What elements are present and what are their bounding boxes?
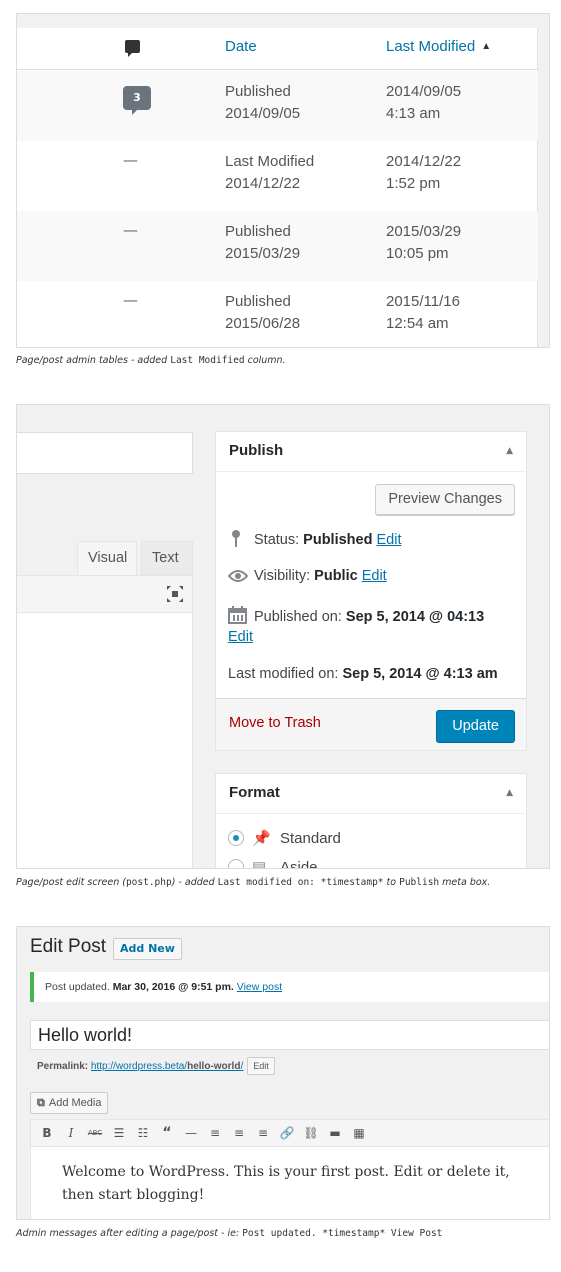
post-edit-screenshot: Visual Text Publish ▲ Preview Changes St…	[16, 404, 550, 869]
edit-status-link[interactable]: Edit	[377, 532, 402, 548]
column-header-label: Last Modified	[386, 38, 476, 55]
eye-icon	[228, 570, 248, 582]
move-to-trash-link[interactable]: Move to Trash	[229, 715, 321, 731]
caption-edit-screen: Page/post edit screen (post.php) - added…	[16, 877, 491, 888]
visibility-row: Visibility: Public Edit	[228, 568, 387, 584]
update-button[interactable]: Update	[436, 710, 515, 743]
publish-actions: Move to Trash Update	[216, 698, 526, 750]
published-on-row: Published on: Sep 5, 2014 @ 04:13	[228, 606, 484, 625]
comment-count-badge[interactable]: 3	[123, 86, 151, 115]
collapse-arrow-icon[interactable]: ▲	[506, 788, 513, 798]
edit-date-link[interactable]: Edit	[228, 629, 253, 645]
permalink-row: Permalink: http://wordpress.beta/hello-w…	[37, 1057, 275, 1075]
format-option-aside[interactable]: ▤ Aside	[228, 858, 318, 869]
post-status-row: Status: Published Edit	[228, 529, 402, 548]
editor-toolbar	[17, 575, 193, 613]
post-updated-notice: Post updated. Mar 30, 2016 @ 9:51 pm. Vi…	[30, 972, 549, 1002]
format-box-title: Format	[229, 784, 280, 801]
no-comments-dash: —	[123, 291, 138, 309]
posts-list-table: Date Last Modified ▲ 3 Published 2014/09/0…	[17, 28, 538, 347]
last-modified-row: Last modified on: Sep 5, 2014 @ 4:13 am	[228, 666, 498, 682]
column-header-date[interactable]: Date	[225, 38, 257, 55]
preview-changes-button[interactable]: Preview Changes	[375, 484, 515, 515]
last-modified-cell: 2014/09/05 4:13 am	[386, 83, 462, 122]
pushpin-icon: 📌	[252, 830, 271, 847]
post-title-input[interactable]	[17, 432, 193, 474]
caption-admin-messages: Admin messages after editing a page/post…	[16, 1228, 443, 1239]
edit-permalink-button[interactable]: Edit	[247, 1057, 275, 1075]
date-cell: Published 2015/03/29	[225, 223, 301, 262]
no-comments-dash: —	[123, 151, 138, 169]
pin-icon	[232, 530, 240, 547]
unlink-icon[interactable]: ⛓	[303, 1124, 319, 1142]
permalink-url[interactable]: http://wordpress.beta/hello-world/	[91, 1061, 243, 1072]
strikethrough-icon[interactable]: ABC	[87, 1124, 103, 1142]
editor-content-area[interactable]	[17, 613, 193, 868]
no-comments-dash: —	[123, 221, 138, 239]
toolbar-toggle-icon[interactable]: ▦	[351, 1124, 367, 1142]
table-row: 3 Published 2014/09/05 2014/09/05 4:13 am	[17, 71, 538, 141]
admin-table-screenshot: Date Last Modified ▲ 3 Published 2014/09/0…	[16, 13, 550, 348]
page-title: Edit Post	[30, 936, 107, 957]
date-cell: Published 2015/06/28	[225, 293, 301, 332]
post-title-input[interactable]: Hello world!	[30, 1020, 549, 1050]
link-icon[interactable]: 🔗	[279, 1124, 295, 1142]
sort-ascending-icon: ▲	[481, 41, 492, 52]
view-post-link[interactable]: View post	[237, 981, 282, 993]
aside-icon: ▤	[252, 859, 267, 869]
numbered-list-icon[interactable]: ☷	[135, 1124, 151, 1142]
published-on-edit-row: Edit	[228, 629, 253, 645]
align-center-icon[interactable]: ≡	[231, 1124, 247, 1142]
tab-visual[interactable]: Visual	[77, 541, 137, 575]
scrollbar-track[interactable]	[538, 14, 549, 347]
date-cell: Last Modified 2014/12/22	[225, 153, 315, 192]
post-content[interactable]: Welcome to WordPress. This is your first…	[62, 1161, 542, 1207]
table-row: — Published 2015/03/29 2015/03/29 10:05 pm	[17, 211, 538, 281]
italic-icon[interactable]: I	[63, 1124, 79, 1142]
publish-box-header[interactable]: Publish ▲	[216, 432, 526, 472]
tinymce-toolbar: B I ABC ☰ ☷ “ — ≡ ≡ ≡ 🔗 ⛓ ▬ ▦	[30, 1119, 549, 1147]
publish-meta-box: Publish ▲ Preview Changes Status: Publis…	[215, 431, 527, 751]
caption-admin-tables: Page/post admin tables - added Last Modi…	[16, 355, 286, 366]
collapse-arrow-icon[interactable]: ▲	[506, 446, 513, 456]
blockquote-icon[interactable]: “	[159, 1124, 175, 1142]
calendar-icon	[228, 606, 247, 624]
horizontal-rule-icon[interactable]: —	[183, 1124, 199, 1142]
tab-text[interactable]: Text	[141, 541, 193, 575]
bullet-list-icon[interactable]: ☰	[111, 1124, 127, 1142]
publish-box-title: Publish	[229, 442, 284, 459]
admin-message-screenshot: Edit Post Add New Post updated. Mar 30, …	[16, 926, 550, 1220]
bold-icon[interactable]: B	[39, 1124, 55, 1142]
date-cell: Published 2014/09/05	[225, 83, 301, 122]
last-modified-cell: 2014/12/22 1:52 pm	[386, 153, 462, 192]
last-modified-cell: 2015/11/16 12:54 am	[386, 293, 460, 332]
fullscreen-icon[interactable]	[166, 585, 184, 603]
align-right-icon[interactable]: ≡	[255, 1124, 271, 1142]
last-modified-cell: 2015/03/29 10:05 pm	[386, 223, 462, 262]
format-box-header[interactable]: Format ▲	[216, 774, 526, 814]
radio-unselected[interactable]	[228, 859, 244, 868]
column-header-last-modified[interactable]: Last Modified ▲	[386, 38, 491, 55]
add-new-button[interactable]: Add New	[113, 938, 182, 960]
format-option-standard[interactable]: 📌 Standard	[228, 829, 341, 847]
comment-icon[interactable]	[125, 40, 140, 57]
add-media-button[interactable]: ⧉ Add Media	[30, 1092, 109, 1114]
format-meta-box: Format ▲ 📌 Standard ▤ Aside	[215, 773, 527, 869]
edit-visibility-link[interactable]: Edit	[362, 568, 387, 584]
radio-selected[interactable]	[228, 830, 244, 846]
table-row: — Last Modified 2014/12/22 2014/12/22 1:52…	[17, 141, 538, 211]
read-more-icon[interactable]: ▬	[327, 1124, 343, 1142]
editor-content-area[interactable]: Welcome to WordPress. This is your first…	[30, 1147, 549, 1219]
table-row: — Published 2015/06/28 2015/11/16 12:54 am	[17, 281, 538, 347]
media-icon: ⧉	[37, 1097, 45, 1109]
table-header: Date Last Modified ▲	[17, 28, 537, 70]
align-left-icon[interactable]: ≡	[207, 1124, 223, 1142]
